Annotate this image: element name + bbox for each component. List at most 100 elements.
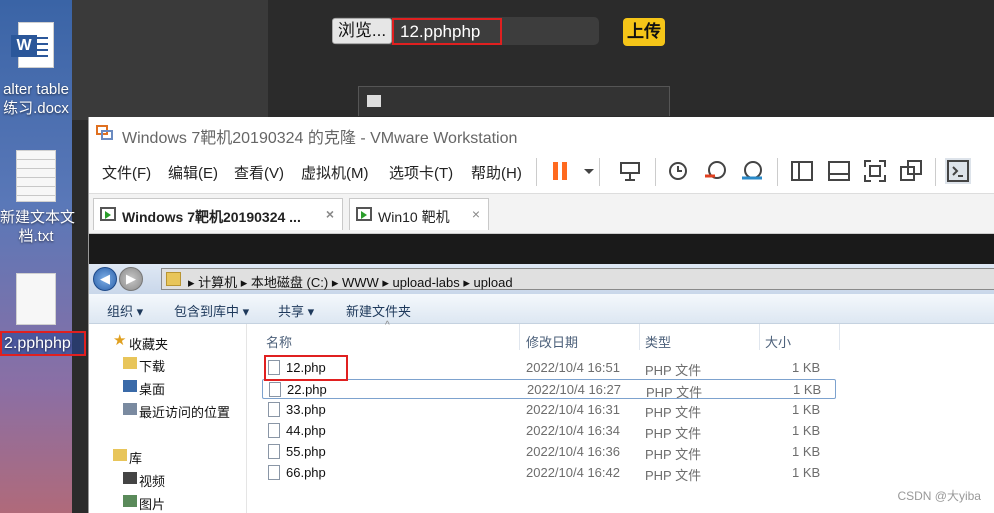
vmware-window: Windows 7靶机20190324 的克隆 - VMware Worksta… [88, 117, 994, 513]
nav-favorites[interactable]: ★ 收藏夹 [113, 332, 168, 353]
menu-edit[interactable]: 编辑(E) [168, 162, 218, 183]
watermark: CSDN @大yiba [897, 489, 981, 503]
menu-view[interactable]: 查看(V) [234, 162, 284, 183]
full-screen-icon[interactable] [862, 158, 888, 184]
desktop-icon-txt[interactable]: 新建文本文 档.txt [0, 150, 75, 246]
thumbnail-view-icon[interactable] [826, 158, 852, 184]
browse-button[interactable]: 浏览... [332, 18, 392, 44]
file-name: 44.php [286, 423, 326, 438]
broken-image-icon [367, 95, 381, 107]
snapshot-icon[interactable] [665, 158, 691, 184]
file-size: 1 KB [793, 382, 822, 397]
nav-label: 下载 [139, 359, 166, 374]
guest-screen[interactable]: ◀ ▶ ▸ 计算机 ▸ 本地磁盘 (C:) ▸ WWW ▸ upload-lab… [89, 234, 994, 513]
library-view-icon[interactable] [789, 158, 815, 184]
selected-file-name: 12.pphphp [392, 18, 502, 45]
unity-icon[interactable] [898, 158, 924, 184]
nav-label: 视频 [139, 474, 166, 489]
forward-arrow-icon[interactable]: ▶ [119, 267, 143, 291]
file-row[interactable]: 22.php 2022/10/4 16:27 PHP 文件 1 KB [262, 379, 836, 400]
revert-snapshot-icon[interactable] [703, 158, 729, 184]
new-folder-button[interactable]: 新建文件夹 [346, 301, 411, 320]
desktop-icon-label: 练习.docx [3, 100, 69, 117]
menu-file[interactable]: 文件(F) [102, 162, 151, 183]
snapshot-manager-icon[interactable] [739, 158, 765, 184]
pictures-icon [123, 495, 137, 507]
file-row[interactable]: 33.php 2022/10/4 16:31 PHP 文件 1 KB [262, 400, 836, 420]
file-date: 2022/10/4 16:34 [526, 423, 620, 438]
star-icon: ★ [113, 332, 127, 349]
column-header-date[interactable]: 修改日期 [526, 332, 578, 351]
chevron-down-icon[interactable] [576, 158, 594, 184]
nav-videos[interactable]: 视频 [123, 471, 166, 490]
file-name: 33.php [286, 402, 326, 417]
pause-icon[interactable] [548, 158, 574, 184]
file-row[interactable]: 12.php 2022/10/4 16:51 PHP 文件 1 KB [262, 358, 836, 378]
nav-recent[interactable]: 最近访问的位置 [123, 402, 231, 421]
breadcrumb-item[interactable]: upload-labs [393, 275, 460, 290]
toolbar-separator [536, 158, 537, 186]
file-name: 66.php [286, 465, 326, 480]
column-header-size[interactable]: 大小 [765, 332, 791, 351]
tab-win7[interactable]: Windows 7靶机20190324 ... × [93, 198, 343, 230]
nav-libraries[interactable]: 库 [113, 448, 143, 467]
file-type: PHP 文件 [645, 468, 702, 483]
breadcrumb-item[interactable]: 计算机 [198, 275, 237, 290]
desktop-icon-pphphp[interactable]: 2.pphphp [0, 273, 86, 356]
window-title: Windows 7靶机20190324 的克隆 - VMware Worksta… [122, 130, 518, 147]
php-file-icon [268, 444, 280, 459]
file-date: 2022/10/4 16:27 [527, 382, 621, 397]
file-type: PHP 文件 [646, 385, 703, 400]
upload-button[interactable]: 上传 [623, 18, 665, 46]
desktop-icon-label: alter table [3, 81, 69, 98]
tab-win10[interactable]: Win10 靶机 × [349, 198, 489, 230]
desktop-icon-label: 2.pphphp [0, 331, 86, 356]
menu-tabs[interactable]: 选项卡(T) [389, 162, 453, 183]
guest-window-top [89, 234, 994, 264]
organize-button[interactable]: 组织 ▾ [107, 301, 143, 320]
file-row[interactable]: 55.php 2022/10/4 16:36 PHP 文件 1 KB [262, 442, 836, 462]
file-row[interactable]: 44.php 2022/10/4 16:34 PHP 文件 1 KB [262, 421, 836, 441]
video-icon [123, 472, 137, 484]
nav-label: 最近访问的位置 [139, 405, 231, 420]
file-size: 1 KB [792, 423, 821, 438]
breadcrumb-item[interactable]: 本地磁盘 (C:) [251, 275, 328, 290]
console-view-icon[interactable] [945, 158, 971, 184]
column-header-type[interactable]: 类型 [645, 332, 671, 351]
menu-help[interactable]: 帮助(H) [471, 162, 522, 183]
toolbar-separator [655, 158, 656, 186]
command-bar: 组织 ▾ 包含到库中 ▾ 共享 ▾ 新建文件夹 [89, 294, 994, 324]
desktop-icon [123, 380, 137, 392]
library-icon [113, 449, 127, 461]
file-type: PHP 文件 [645, 426, 702, 441]
file-date: 2022/10/4 16:42 [526, 465, 620, 480]
file-list: 名称 ^ 修改日期 类型 大小 12.php 2022/10/4 16:51 P… [248, 320, 994, 513]
send-ctrl-alt-del-icon[interactable] [617, 158, 643, 184]
column-divider [639, 324, 640, 350]
share-button[interactable]: 共享 ▾ [278, 301, 314, 320]
upload-preview [358, 86, 670, 116]
back-arrow-icon[interactable]: ◀ [93, 267, 117, 291]
menu-toolbar: 文件(F) 编辑(E) 查看(V) 虚拟机(M) 选项卡(T) 帮助(H) [89, 150, 994, 194]
nav-label: 库 [129, 451, 143, 466]
column-header-name[interactable]: 名称 [266, 332, 292, 351]
vm-tab-bar: Windows 7靶机20190324 ... × Win10 靶机 × [89, 194, 994, 234]
file-size: 1 KB [792, 360, 821, 375]
column-divider [519, 324, 520, 350]
address-bar[interactable]: ▸ 计算机 ▸ 本地磁盘 (C:) ▸ WWW ▸ upload-labs ▸ … [161, 268, 994, 290]
file-row[interactable]: 66.php 2022/10/4 16:42 PHP 文件 1 KB [262, 463, 836, 483]
nav-pictures[interactable]: 图片 [123, 494, 166, 513]
nav-label: 图片 [139, 497, 166, 512]
breadcrumb-item[interactable]: upload [474, 275, 513, 290]
file-type: PHP 文件 [645, 363, 702, 378]
desktop-icon-docx[interactable]: W alter table 练习.docx [0, 22, 72, 118]
nav-desktop[interactable]: 桌面 [123, 379, 165, 398]
close-icon[interactable]: × [472, 206, 480, 222]
menu-vm[interactable]: 虚拟机(M) [301, 162, 369, 183]
address-row: ◀ ▶ ▸ 计算机 ▸ 本地磁盘 (C:) ▸ WWW ▸ upload-lab… [89, 264, 994, 294]
close-icon[interactable]: × [326, 206, 334, 222]
nav-downloads[interactable]: 下载 [123, 356, 166, 375]
breadcrumb-item[interactable]: WWW [342, 275, 379, 290]
toolbar-separator [777, 158, 778, 186]
include-in-library-button[interactable]: 包含到库中 ▾ [174, 301, 249, 320]
